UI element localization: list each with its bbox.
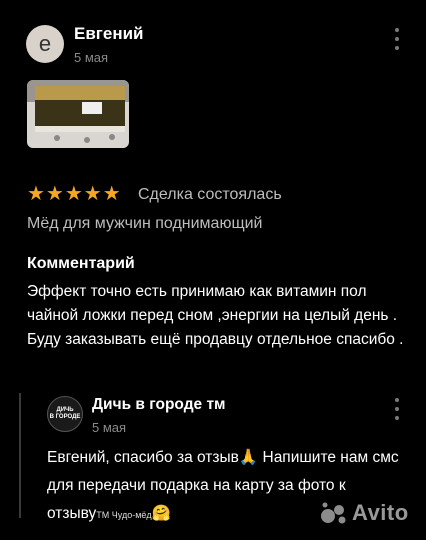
honey-jar-image [27,80,129,148]
comment-text: Эффект точно есть принимаю как витамин п… [27,283,404,348]
more-vertical-icon[interactable] [390,28,404,50]
reply-text-part1: Евгений, спасибо за отзыв [47,449,239,466]
author-avatar[interactable]: e [26,25,64,63]
reply-divider [19,393,21,518]
avito-watermark: Avito [320,500,409,526]
pray-emoji-icon: 🙏 [238,449,259,466]
avito-wordmark: Avito [352,500,409,525]
seller-name[interactable]: Дичь в городе тм [92,396,226,414]
avito-logo-icon [321,502,346,524]
comment-heading: Комментарий [27,255,135,272]
review-date: 5 мая [74,50,109,65]
seller-avatar-line2: В ГОРОДЕ [49,414,81,420]
reply-date: 5 мая [92,420,127,435]
hug-emoji-icon: 🤗 [151,505,171,522]
seller-avatar[interactable]: ДИЧЬ В ГОРОДЕ [47,396,83,432]
product-name[interactable]: Мёд для мужчин поднимающий [27,215,262,233]
review-author[interactable]: Евгений [74,24,144,44]
review-photo[interactable] [27,80,129,148]
more-vertical-icon[interactable] [390,398,404,420]
deal-status: Сделка состоялась [138,186,282,203]
watermark-text: ТМ Чудо-мёд [96,510,152,520]
rating-stars: ★★★★★ [27,183,122,205]
seller-avatar-line1: ДИЧЬ [56,407,74,413]
